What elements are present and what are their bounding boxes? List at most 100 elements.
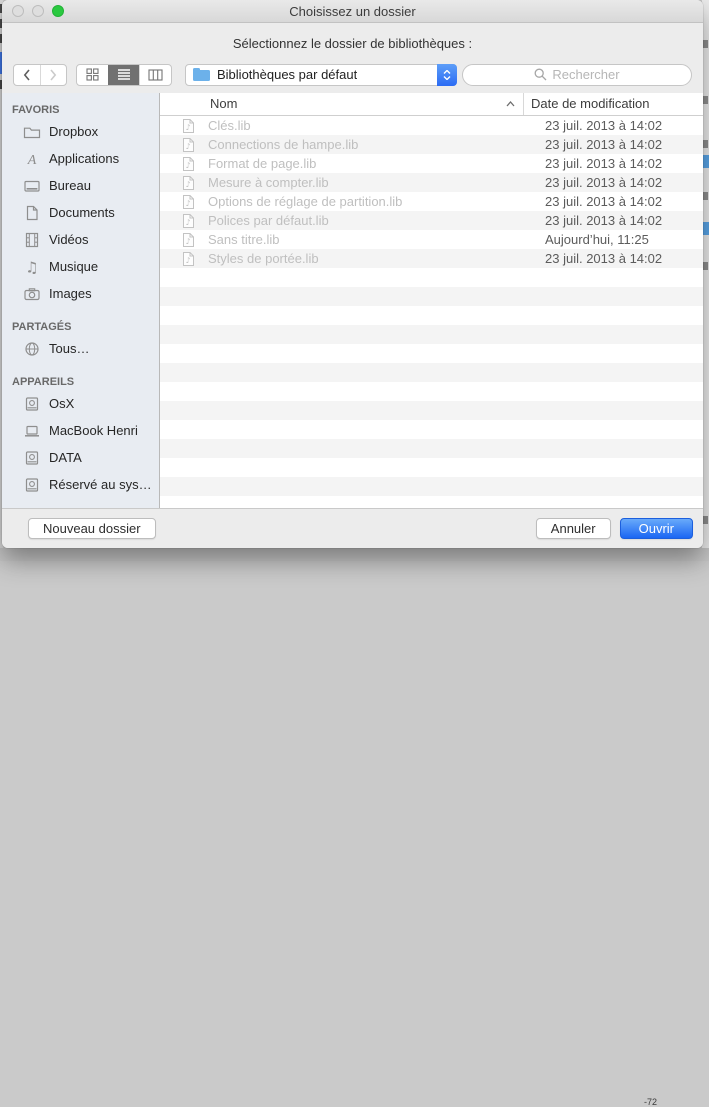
zoom-button[interactable] [52,5,64,17]
sidebar-section: FAVORIS Dropbox Applications Bureau Docu… [2,100,159,307]
sidebar-item-musique[interactable]: Musique [2,253,159,280]
file-list-header: Nom Date de modification [160,93,703,116]
globe-icon [23,341,41,357]
folder-icon [23,124,41,140]
music-document-icon [182,251,195,267]
back-button[interactable] [14,65,40,85]
file-row[interactable]: Connections de hampe.lib 23 juil. 2013 à… [160,135,703,154]
window-title: Choisissez un dossier [289,4,415,19]
sidebar: FAVORIS Dropbox Applications Bureau Docu… [2,93,160,508]
laptop-icon [23,423,41,439]
sidebar-item-bureau[interactable]: Bureau [2,172,159,199]
file-name: Connections de hampe.lib [208,135,358,154]
folder-icon [193,70,210,81]
sidebar-section: APPAREILS OsX MacBook Henri DATA Réservé… [2,372,159,498]
sidebar-item-macbook-henri[interactable]: MacBook Henri [2,417,159,444]
sidebar-item-videos[interactable]: Vidéos [2,226,159,253]
file-date: 23 juil. 2013 à 14:02 [545,154,662,173]
column-view-icon [148,69,163,81]
location-dropdown-value: Bibliothèques par défaut [217,67,357,82]
chevron-left-icon [23,69,31,81]
desktop-icon [23,178,41,194]
file-date: 23 juil. 2013 à 14:02 [545,249,662,268]
forward-button[interactable] [40,65,67,85]
location-dropdown[interactable]: Bibliothèques par défaut [185,64,457,86]
file-row[interactable]: Sans titre.lib Aujourd’hui, 11:25 [160,230,703,249]
view-mode-control [76,64,172,86]
background-window-right-sliver [702,0,709,561]
file-row[interactable]: Clés.lib 23 juil. 2013 à 14:02 [160,116,703,135]
icon-view-button[interactable] [77,65,108,85]
up-down-chevrons-icon [437,64,457,86]
background-window-bottom-strip: -72 [0,548,709,561]
file-name: Format de page.lib [208,154,316,173]
sidebar-item-dropbox[interactable]: Dropbox [2,118,159,145]
search-icon [534,68,547,81]
file-name: Polices par défaut.lib [208,211,329,230]
file-row[interactable]: Options de réglage de partition.lib 23 j… [160,192,703,211]
sidebar-item-tous[interactable]: Tous… [2,335,159,362]
search-input[interactable]: Rechercher [462,64,692,86]
music-document-icon [182,194,195,210]
close-button[interactable] [12,5,24,17]
file-date: 23 juil. 2013 à 14:02 [545,211,662,230]
search-placeholder: Rechercher [552,67,619,82]
new-folder-button[interactable]: Nouveau dossier [28,518,156,539]
sidebar-section-label: APPAREILS [2,372,159,390]
title-bar: Choisissez un dossier [2,0,703,23]
music-document-icon [182,213,195,229]
dialog-main-area: FAVORIS Dropbox Applications Bureau Docu… [2,93,703,508]
navigation-control [13,64,67,86]
dialog-footer: Nouveau dossier Annuler Ouvrir [2,508,703,548]
sidebar-item-reserve-au-sys[interactable]: Réservé au sys… [2,471,159,498]
film-icon [23,232,41,248]
file-name: Options de réglage de partition.lib [208,192,402,211]
file-row[interactable]: Polices par défaut.lib 23 juil. 2013 à 1… [160,211,703,230]
hard-drive-icon [23,477,41,493]
document-icon [23,205,41,221]
file-date: 23 juil. 2013 à 14:02 [545,173,662,192]
open-button[interactable]: Ouvrir [620,518,693,539]
camera-icon [23,286,41,302]
column-header-name[interactable]: Nom [210,96,237,111]
file-date: 23 juil. 2013 à 14:02 [545,135,662,154]
background-text-fragment: -72 [644,1097,657,1107]
hard-drive-icon [23,396,41,412]
file-name: Clés.lib [208,116,251,135]
sidebar-item-images[interactable]: Images [2,280,159,307]
choose-folder-dialog: Choisissez un dossier Sélectionnez le do… [2,0,703,548]
file-row[interactable]: Format de page.lib 23 juil. 2013 à 14:02 [160,154,703,173]
file-list: Nom Date de modification Clés.lib 23 jui… [160,93,703,508]
cancel-button[interactable]: Annuler [536,518,611,539]
sidebar-item-applications[interactable]: Applications [2,145,159,172]
music-document-icon [182,175,195,191]
sidebar-item-documents[interactable]: Documents [2,199,159,226]
file-name: Mesure à compter.lib [208,173,329,192]
file-name: Sans titre.lib [208,230,280,249]
file-date: 23 juil. 2013 à 14:02 [545,192,662,211]
sidebar-item-data[interactable]: DATA [2,444,159,471]
traffic-lights [12,5,64,17]
file-date: 23 juil. 2013 à 14:02 [545,116,662,135]
sort-ascending-icon [506,101,515,107]
music-note-icon [23,259,41,275]
sidebar-item-osx[interactable]: OsX [2,390,159,417]
music-document-icon [182,137,195,153]
column-view-button[interactable] [139,65,171,85]
music-document-icon [182,118,195,134]
list-view-icon [117,68,131,81]
column-header-date[interactable]: Date de modification [531,96,650,111]
sidebar-section: PARTAGÉS Tous… [2,317,159,362]
file-list-scroll-area[interactable]: Clés.lib 23 juil. 2013 à 14:02 Connectio… [160,116,703,508]
sidebar-section-label: FAVORIS [2,100,159,118]
hard-drive-icon [23,450,41,466]
file-row[interactable]: Mesure à compter.lib 23 juil. 2013 à 14:… [160,173,703,192]
column-divider[interactable] [523,93,524,115]
minimize-button[interactable] [32,5,44,17]
file-row[interactable]: Styles de portée.lib 23 juil. 2013 à 14:… [160,249,703,268]
sidebar-section-label: PARTAGÉS [2,317,159,335]
file-name: Styles de portée.lib [208,249,319,268]
music-document-icon [182,156,195,172]
file-date: Aujourd’hui, 11:25 [545,230,649,249]
list-view-button[interactable] [108,65,139,85]
